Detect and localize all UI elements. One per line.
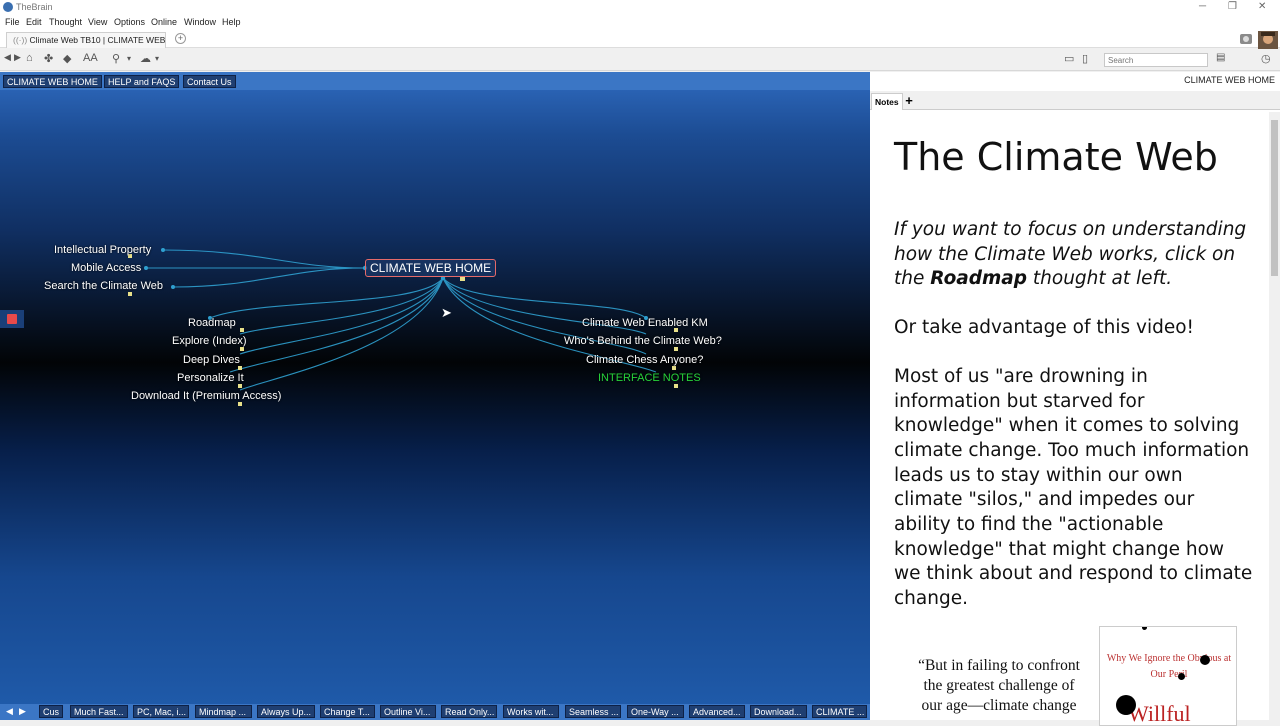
- child-thought-interface-notes[interactable]: INTERFACE NOTES: [598, 372, 701, 384]
- tag-icon[interactable]: ◆: [63, 52, 71, 65]
- central-thought[interactable]: CLIMATE WEB HOME: [365, 259, 497, 277]
- note-content: The Climate Web If you want to focus on …: [894, 134, 1254, 612]
- scroll-right-icon[interactable]: ▶: [16, 705, 29, 718]
- book-title: Willful: [1128, 701, 1191, 726]
- tab-notes[interactable]: Notes: [871, 93, 903, 110]
- notes-tab-bar: Notes +: [870, 91, 1280, 110]
- note-intro: If you want to focus on understanding ho…: [894, 218, 1254, 292]
- sync-icon[interactable]: [1238, 31, 1254, 47]
- menu-file[interactable]: File: [5, 17, 20, 27]
- child-thought-whos-behind[interactable]: Who's Behind the Climate Web?: [564, 335, 722, 347]
- child-thought-climate-chess[interactable]: Climate Chess Anyone?: [586, 354, 703, 366]
- layout-bottom-icon[interactable]: ▭: [1064, 52, 1074, 65]
- close-button[interactable]: ✕: [1258, 1, 1266, 12]
- notes-scrollbar[interactable]: [1269, 112, 1280, 720]
- tab-bar: ((·)) Climate Web TB10 | CLIMATE WEB H..…: [0, 30, 1280, 49]
- restore-button[interactable]: ❐: [1228, 1, 1237, 12]
- menu-thought[interactable]: Thought: [49, 17, 82, 27]
- bottom-tab[interactable]: Read Only...: [441, 705, 497, 718]
- bottom-tab[interactable]: Cus: [39, 705, 63, 718]
- parent-thought-search[interactable]: Search the Climate Web: [44, 280, 163, 292]
- menu-help[interactable]: Help: [222, 17, 241, 27]
- back-icon[interactable]: ◀: [4, 52, 11, 63]
- menu-bar: File Edit Thought View Options Online Wi…: [0, 15, 1280, 30]
- child-thought-personalize-it[interactable]: Personalize It: [177, 372, 244, 384]
- bottom-tab[interactable]: Advanced...: [689, 705, 745, 718]
- child-thought-km[interactable]: Climate Web Enabled KM: [582, 317, 708, 329]
- book-subtitle: Why We Ignore the Obvious at Our Peril: [1106, 653, 1232, 680]
- toolbar: ◀ ▶ ⌂ ✤ ◆ AA ⚲ ▾ ☁ ▾ ▭ ▯ ▤ ◷: [0, 49, 1280, 71]
- tab-climate-web[interactable]: ((·)) Climate Web TB10 | CLIMATE WEB H..…: [6, 32, 166, 48]
- bottom-tab[interactable]: CLIMATE ...: [812, 705, 867, 718]
- window-title: TheBrain: [16, 2, 53, 12]
- user-avatar[interactable]: [1258, 31, 1278, 49]
- roadmap-emphasis: Roadmap: [930, 268, 1028, 290]
- note-title: The Climate Web: [894, 135, 1218, 179]
- book-cover-image: Why We Ignore the Obvious at Our Peril W…: [1099, 626, 1237, 726]
- menu-window[interactable]: Window: [184, 17, 216, 27]
- note-paragraph: Most of us "are drowning in information …: [894, 365, 1253, 610]
- scrollbar-thumb[interactable]: [1271, 120, 1278, 276]
- scroll-left-icon[interactable]: ◀: [3, 705, 16, 718]
- child-thought-roadmap[interactable]: Roadmap: [188, 317, 236, 329]
- home-icon[interactable]: ⌂: [26, 52, 33, 64]
- search-input[interactable]: [1104, 53, 1208, 67]
- bottom-tab[interactable]: Works wit...: [503, 705, 559, 718]
- stop-button[interactable]: [0, 310, 24, 328]
- broadcast-icon: ((·)): [13, 35, 28, 45]
- note-video-line: Or take advantage of this video!: [894, 317, 1194, 339]
- parent-thought-intellectual-property[interactable]: Intellectual Property: [54, 244, 151, 256]
- menu-edit[interactable]: Edit: [26, 17, 42, 27]
- new-tab-button[interactable]: +: [175, 33, 186, 44]
- font-size-button[interactable]: AA: [83, 52, 98, 64]
- bottom-tab-bar: ◀ ▶ Cus Much Fast... PC, Mac, i... Mindm…: [0, 704, 870, 720]
- bottom-tab[interactable]: Seamless ...: [565, 705, 621, 718]
- menu-online[interactable]: Online: [151, 17, 177, 27]
- layout-icon[interactable]: ⚲: [112, 52, 120, 65]
- bottom-tab[interactable]: PC, Mac, i...: [133, 705, 189, 718]
- bottom-tab[interactable]: One-Way ...: [627, 705, 684, 718]
- menu-view[interactable]: View: [88, 17, 107, 27]
- pins-icon[interactable]: ✤: [44, 52, 53, 65]
- bottom-tab[interactable]: Mindmap ...: [195, 705, 252, 718]
- notes-panel: CLIMATE WEB HOME Notes + The Climate Web…: [870, 72, 1280, 726]
- plex-map[interactable]: CLIMATE WEB HOME HELP and FAQS Contact U…: [0, 72, 870, 704]
- bottom-tab[interactable]: Always Up...: [257, 705, 315, 718]
- bottom-tab[interactable]: Change T...: [320, 705, 375, 718]
- tab-label: Climate Web TB10 | CLIMATE WEB H...: [29, 35, 166, 45]
- layout-side-icon[interactable]: ▯: [1082, 52, 1088, 65]
- child-thought-deep-dives[interactable]: Deep Dives: [183, 354, 240, 366]
- app-logo-icon: [3, 2, 13, 12]
- cloud-icon[interactable]: ☁: [140, 52, 151, 65]
- child-thought-explore-index[interactable]: Explore (Index): [172, 335, 247, 347]
- plex-links: [128, 248, 678, 406]
- note-intro-text-end: thought at left.: [1027, 268, 1173, 290]
- parent-thought-mobile-access[interactable]: Mobile Access: [71, 262, 141, 274]
- title-bar: TheBrain ─ ❐ ✕: [0, 0, 1280, 15]
- search-options-icon[interactable]: ▤: [1216, 52, 1225, 63]
- menu-options[interactable]: Options: [114, 17, 145, 27]
- stop-icon: [7, 314, 17, 324]
- book-quote: “But in failing to confront the greatest…: [918, 657, 1080, 714]
- add-panel-button[interactable]: +: [901, 93, 917, 109]
- child-thought-download-it[interactable]: Download It (Premium Access): [131, 390, 281, 402]
- bottom-tab[interactable]: Much Fast...: [70, 705, 128, 718]
- notes-breadcrumb[interactable]: CLIMATE WEB HOME: [1184, 75, 1275, 85]
- forward-icon[interactable]: ▶: [14, 52, 21, 63]
- history-clock-icon[interactable]: ◷: [1261, 52, 1271, 65]
- mouse-cursor-icon: ➤: [441, 305, 452, 320]
- chevron-down-icon[interactable]: ▾: [127, 54, 131, 63]
- bottom-tab[interactable]: Outline Vi...: [380, 705, 436, 718]
- minimize-button[interactable]: ─: [1199, 1, 1206, 12]
- bottom-tab[interactable]: Download...: [750, 705, 807, 718]
- cloud-menu-chevron-icon[interactable]: ▾: [155, 54, 159, 63]
